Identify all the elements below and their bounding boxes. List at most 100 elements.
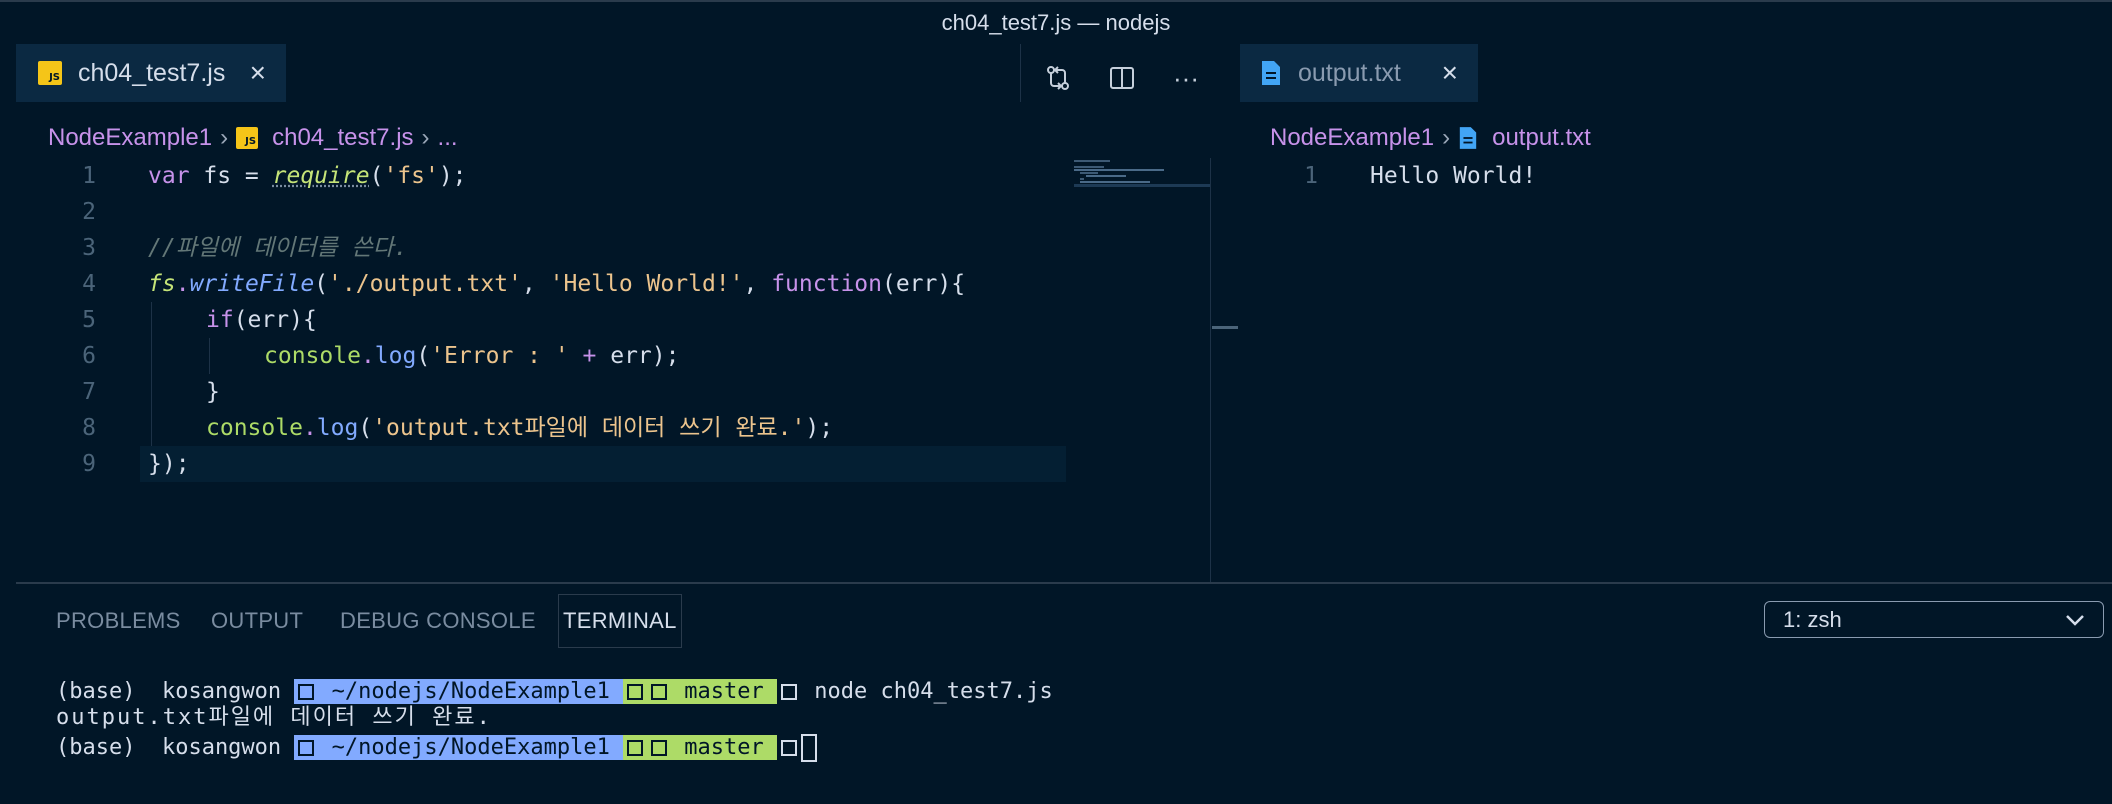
- punctuation: .: [302, 415, 317, 441]
- terminal-line-2: output.txt파일에 데이터 쓰기 완료.: [56, 705, 492, 730]
- breadcrumb-folder[interactable]: NodeExample1: [48, 124, 212, 152]
- branch-icon: [651, 684, 668, 700]
- prompt-path-text: ~/nodejs/NodeExample1: [318, 735, 624, 760]
- punctuation: );: [438, 163, 467, 189]
- tab-ch04-test7[interactable]: JS ch04_test7.js ×: [16, 44, 286, 102]
- separator-icon: [298, 684, 315, 700]
- breadcrumb-symbols[interactable]: ...: [438, 124, 458, 152]
- prompt-path-text: ~/nodejs/NodeExample1: [318, 679, 624, 704]
- prompt-git: master: [623, 679, 778, 704]
- breadcrumb-file[interactable]: output.txt: [1492, 124, 1591, 152]
- terminal-line-3[interactable]: (base) kosangwon ~/nodejs/NodeExample1 m…: [56, 734, 818, 762]
- breadcrumb-folder[interactable]: NodeExample1: [1270, 124, 1434, 152]
- javascript-file-icon: JS: [236, 127, 259, 149]
- code-line-7[interactable]: }: [206, 374, 220, 410]
- open-changes-icon[interactable]: [1042, 62, 1074, 94]
- object: fs: [148, 271, 176, 297]
- javascript-file-icon: JS: [38, 61, 62, 85]
- comment: //파일에 데이터를 쓴다.: [148, 235, 408, 261]
- branch-icon: [651, 740, 668, 756]
- string: './output.txt': [328, 271, 522, 297]
- split-editor-icon[interactable]: [1106, 62, 1138, 94]
- punctuation: (: [369, 163, 384, 189]
- text-file-icon: [1262, 61, 1280, 85]
- prompt-branch-text: master: [671, 679, 778, 704]
- separator-icon: [781, 740, 798, 756]
- terminal-cursor: [801, 734, 818, 762]
- line-number: 3: [82, 235, 96, 261]
- punctuation: });: [148, 451, 190, 477]
- separator-icon: [298, 740, 315, 756]
- punctuation: (: [358, 415, 373, 441]
- punctuation: (: [416, 343, 431, 369]
- code-line-6[interactable]: console.log('Error : ' + err);: [264, 338, 679, 374]
- function-name: writeFile: [189, 271, 315, 297]
- tab-terminal[interactable]: TERMINAL: [558, 594, 682, 648]
- line-number: 8: [82, 415, 96, 441]
- terminal-command: node ch04_test7.js: [801, 679, 1053, 704]
- tab-output-txt[interactable]: output.txt ×: [1240, 44, 1478, 102]
- code-line-5[interactable]: if(err){: [206, 302, 317, 338]
- keyword: var: [148, 163, 190, 189]
- prompt-path: ~/nodejs/NodeExample1: [294, 735, 624, 760]
- line-number: 7: [82, 379, 96, 405]
- line-number: 5: [82, 307, 96, 333]
- terminal-line-1: (base) kosangwon ~/nodejs/NodeExample1 m…: [56, 678, 1053, 706]
- punctuation: ,: [743, 271, 772, 297]
- breadcrumb-file[interactable]: ch04_test7.js: [272, 124, 413, 152]
- breadcrumb-left: NodeExample1 › JS ch04_test7.js › ...: [48, 118, 458, 158]
- string: 'fs': [383, 163, 439, 189]
- tab-problems[interactable]: PROBLEMS: [56, 596, 181, 646]
- identifier: fs =: [189, 163, 273, 189]
- code-line-1[interactable]: var fs = require('fs');: [148, 158, 467, 194]
- close-icon[interactable]: ×: [250, 59, 266, 87]
- code-line-8[interactable]: console.log('output.txt파일에 데이터 쓰기 완료.');: [206, 410, 833, 446]
- object: console: [264, 343, 361, 369]
- prompt-branch-text: master: [671, 735, 778, 760]
- object: console: [206, 415, 303, 441]
- tab-output[interactable]: OUTPUT: [211, 596, 303, 646]
- terminal-select[interactable]: 1: zsh: [1764, 601, 2104, 638]
- separator-icon: [627, 740, 644, 756]
- chevron-right-icon: ›: [1442, 124, 1451, 151]
- scrollbar-marker: [1212, 326, 1238, 329]
- line-number: 1: [1304, 163, 1318, 189]
- code-line-9[interactable]: });: [148, 446, 190, 482]
- editor-group-divider[interactable]: [1210, 158, 1211, 582]
- indent-guide: [151, 302, 152, 446]
- terminal-select-value: 1: zsh: [1783, 606, 1842, 632]
- code-line-4[interactable]: fs.writeFile('./output.txt', 'Hello Worl…: [148, 266, 965, 302]
- minimap[interactable]: [1072, 158, 1210, 194]
- prompt-prefix: (base) kosangwon: [56, 735, 295, 760]
- file-content-line-1[interactable]: Hello World!: [1370, 158, 1536, 194]
- close-icon[interactable]: ×: [1442, 59, 1458, 87]
- tab-debug-console[interactable]: DEBUG CONSOLE: [340, 596, 536, 646]
- punctuation: (err){: [233, 307, 317, 333]
- panel-border: [16, 582, 2112, 584]
- string: 'Hello World!': [549, 271, 744, 297]
- indent-guide: [209, 338, 210, 374]
- prompt-prefix: (base) kosangwon: [56, 679, 295, 704]
- punctuation: ,: [521, 271, 550, 297]
- current-line-highlight: [140, 446, 1066, 482]
- operator: +: [568, 343, 611, 369]
- chevron-down-icon: [2066, 614, 2084, 626]
- punctuation: (err){: [881, 271, 966, 297]
- keyword: function: [771, 271, 882, 297]
- line-number: 9: [82, 451, 96, 477]
- punctuation: }: [206, 379, 220, 405]
- line-number: 4: [82, 271, 96, 297]
- chevron-right-icon: ›: [220, 124, 229, 151]
- toolbar-divider: [1020, 44, 1021, 102]
- chevron-right-icon: ›: [421, 124, 430, 151]
- function-name: log: [316, 415, 359, 441]
- punctuation: (: [314, 271, 329, 297]
- separator-icon: [627, 684, 644, 700]
- function-name: log: [374, 343, 417, 369]
- string: 'output.txt파일에 데이터 쓰기 완료.': [372, 415, 806, 441]
- punctuation: .: [360, 343, 375, 369]
- separator-icon: [781, 684, 798, 700]
- text-file-icon: [1459, 127, 1477, 149]
- code-line-3[interactable]: //파일에 데이터를 쓴다.: [148, 230, 408, 266]
- more-actions-icon[interactable]: ···: [1170, 62, 1202, 94]
